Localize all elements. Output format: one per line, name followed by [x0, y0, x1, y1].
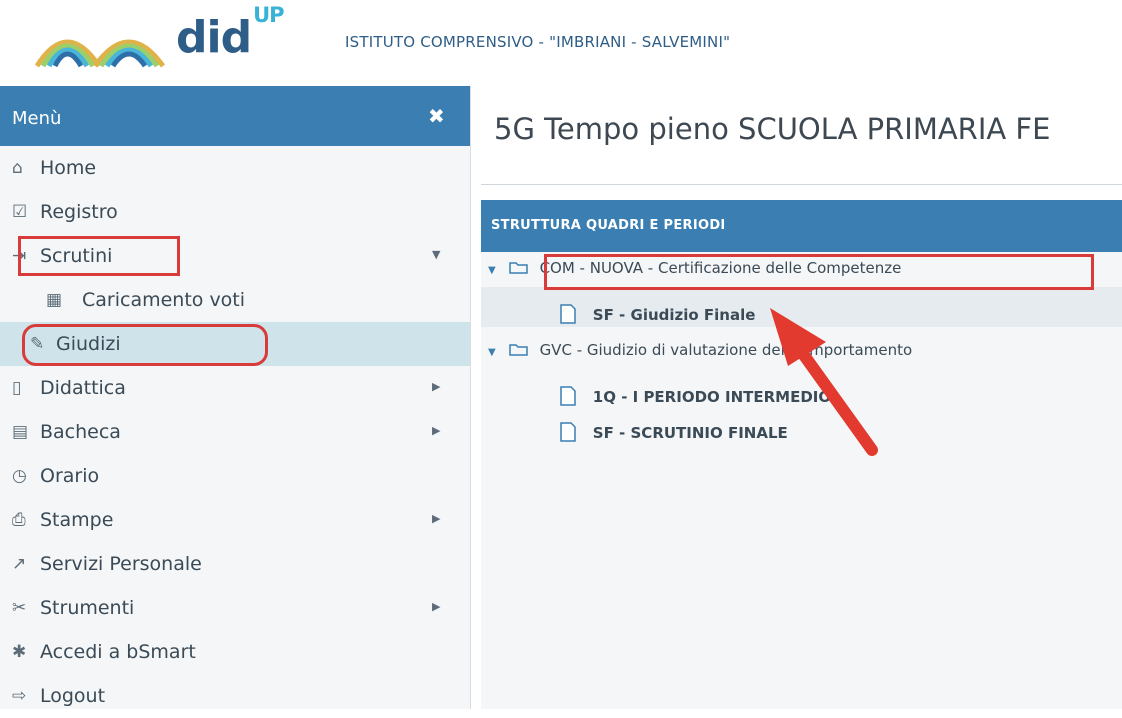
- page-title: 5G Tempo pieno SCUOLA PRIMARIA FE: [494, 112, 1051, 146]
- sidebar-item-servizi-personale[interactable]: ↗ Servizi Personale: [0, 542, 470, 586]
- didup-logo: [34, 39, 166, 68]
- caret-right-icon: ▶: [432, 424, 441, 437]
- divider: [481, 184, 1122, 185]
- document-icon: [560, 386, 576, 406]
- book-icon: ▯: [12, 378, 22, 398]
- expand-toggle-icon[interactable]: ▼: [488, 347, 504, 358]
- sidebar-item-logout[interactable]: ⇨ Logout: [0, 674, 470, 718]
- folder-open-icon: [509, 262, 528, 274]
- caret-right-icon: ▶: [432, 512, 441, 525]
- bsmart-icon: ✱: [12, 642, 27, 662]
- tree-leaf-sf-scrutinio-finale[interactable]: SF - SCRUTINIO FINALE: [560, 418, 788, 442]
- sidebar-item-registro[interactable]: ☑ Registro: [0, 190, 470, 234]
- caret-right-icon: ▶: [432, 380, 441, 393]
- sidebar-item-orario[interactable]: ◷ Orario: [0, 454, 470, 498]
- clock-icon: ◷: [12, 466, 27, 486]
- sidebar-item-home[interactable]: ⌂ Home: [0, 146, 470, 190]
- home-icon: ⌂: [12, 158, 23, 178]
- arrow-annotation-icon: [770, 308, 878, 456]
- document-icon: [560, 422, 576, 442]
- sidebar-item-caricamento-voti[interactable]: ▦ Caricamento voti: [0, 278, 470, 322]
- logout-icon: ⇨: [12, 686, 27, 706]
- sidebar-menu: Menù ✖ ⌂ Home ☑ Registro ⇥ Scrutini ▼ ▦ …: [0, 86, 471, 709]
- app-header: didUP ISTITUTO COMPRENSIVO - "IMBRIANI -…: [0, 0, 1122, 86]
- menu-title: Menù: [12, 108, 62, 129]
- caret-down-icon: ▼: [432, 248, 441, 261]
- sidebar-item-stampe[interactable]: ⎙ Stampe ▶: [0, 498, 470, 542]
- panel-title: STRUTTURA QUADRI E PERIODI: [491, 218, 726, 233]
- grid-icon: ▦: [46, 290, 63, 310]
- document-icon: [560, 304, 576, 324]
- tree-leaf-sf-giudizio-finale[interactable]: SF - Giudizio Finale: [560, 300, 755, 324]
- printer-icon: ⎙: [12, 510, 26, 530]
- caret-right-icon: ▶: [432, 600, 441, 613]
- share-icon: ↗: [12, 554, 27, 574]
- sidebar-item-strumenti[interactable]: ✂ Strumenti ▶: [0, 586, 470, 630]
- brand-name: didUP: [176, 3, 285, 63]
- close-icon[interactable]: ✖: [428, 104, 445, 128]
- highlight-box-scrutini: [18, 236, 180, 276]
- sidebar-item-bacheca[interactable]: ▤ Bacheca ▶: [0, 410, 470, 454]
- highlight-box-com: [544, 254, 1094, 290]
- tools-icon: ✂: [12, 598, 27, 618]
- panel-header: STRUTTURA QUADRI E PERIODI: [481, 200, 1122, 252]
- school-name: ISTITUTO COMPRENSIVO - "IMBRIANI - SALVE…: [345, 33, 731, 51]
- sidebar-item-bsmart[interactable]: ✱ Accedi a bSmart: [0, 630, 470, 674]
- folder-open-icon: [509, 344, 528, 356]
- board-icon: ▤: [12, 422, 29, 442]
- calendar-icon: ☑: [12, 202, 28, 222]
- sidebar-item-didattica[interactable]: ▯ Didattica ▶: [0, 366, 470, 410]
- highlight-box-giudizi: [22, 324, 268, 366]
- expand-toggle-icon[interactable]: ▼: [488, 265, 504, 276]
- menu-header: Menù ✖: [0, 86, 470, 146]
